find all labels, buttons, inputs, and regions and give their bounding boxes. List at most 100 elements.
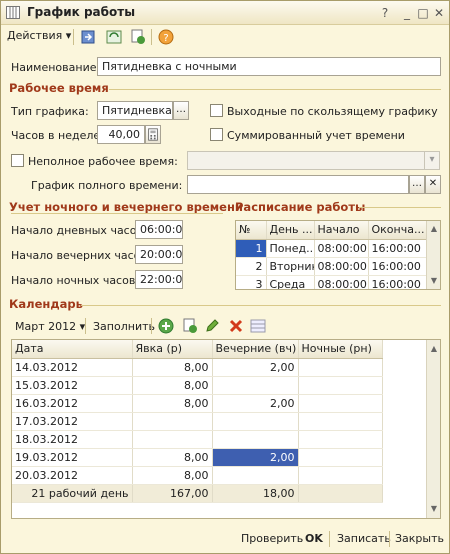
table-cell[interactable]: 16:00:00 — [368, 275, 427, 289]
day-start-field[interactable]: 06:00:00 — [135, 220, 183, 239]
add-icon[interactable] — [157, 317, 175, 335]
column-header[interactable]: Начало — [314, 221, 369, 240]
table-row[interactable]: 20.03.2012 8,00 — [12, 466, 383, 485]
scroll-down-icon[interactable]: ▼ — [429, 276, 439, 286]
table-cell[interactable]: 16:00:00 — [368, 239, 427, 258]
clear-icon[interactable]: ✕ — [425, 175, 441, 194]
table-row[interactable]: 2 Вторник 08:00:00 16:00:00 — [236, 257, 427, 276]
schedule-type-field[interactable]: Пятидневка — [97, 101, 173, 120]
table-cell[interactable]: 3 — [236, 275, 267, 289]
table-cell[interactable]: 8,00 — [132, 448, 213, 467]
table-cell[interactable]: Вторник — [266, 257, 315, 276]
table-cell[interactable]: 18.03.2012 — [12, 430, 133, 449]
column-header[interactable]: № — [236, 221, 267, 240]
table-cell[interactable] — [212, 466, 299, 485]
table-cell[interactable]: 08:00:00 — [314, 239, 369, 258]
calculator-icon[interactable] — [145, 125, 161, 144]
delete-icon[interactable] — [227, 317, 245, 335]
table-cell[interactable]: 2 — [236, 257, 267, 276]
copy-icon[interactable] — [181, 317, 199, 335]
table-cell[interactable]: Среда — [266, 275, 315, 289]
table-cell[interactable] — [298, 358, 383, 377]
save-button[interactable]: Записать — [337, 532, 391, 545]
column-header[interactable]: День ... — [266, 221, 315, 240]
select-button[interactable]: … — [409, 175, 425, 194]
table-cell-selected[interactable]: 2,00 — [212, 448, 299, 467]
hours-field[interactable]: 40,00 — [97, 125, 145, 144]
fill-button[interactable]: Заполнить — [93, 320, 155, 333]
table-cell[interactable]: 8,00 — [132, 358, 213, 377]
vertical-scrollbar[interactable]: ▲ ▼ — [426, 221, 440, 289]
vertical-scrollbar[interactable]: ▲ ▼ — [426, 340, 440, 518]
table-cell[interactable] — [298, 448, 383, 467]
help-icon[interactable]: ? — [377, 5, 393, 21]
name-field[interactable]: Пятидневка с ночными — [97, 57, 441, 76]
table-cell[interactable] — [212, 412, 299, 431]
table-cell[interactable]: 08:00:00 — [314, 275, 369, 289]
table-cell[interactable]: 14.03.2012 — [12, 358, 133, 377]
table-cell[interactable] — [132, 412, 213, 431]
restore-icon[interactable]: □ — [415, 5, 431, 21]
scroll-up-icon[interactable]: ▲ — [429, 224, 439, 234]
partial-time-field[interactable] — [187, 151, 425, 170]
night-start-field[interactable]: 22:00:00 — [135, 270, 183, 289]
table-cell[interactable] — [212, 376, 299, 395]
table-row[interactable]: 16.03.2012 8,00 2,00 — [12, 394, 383, 413]
schedule-table[interactable]: № День ... Начало Оконча... 1 Понед... 0… — [235, 220, 441, 290]
table-cell[interactable]: 1 — [236, 239, 267, 258]
column-header[interactable]: Ночные (рн) — [298, 340, 383, 359]
table-cell[interactable] — [298, 412, 383, 431]
help-icon[interactable]: ? — [157, 28, 175, 46]
table-cell[interactable]: 16.03.2012 — [12, 394, 133, 413]
calendar-table[interactable]: Дата Явка (р) Вечерние (вч) Ночные (рн) … — [11, 339, 441, 519]
table-cell[interactable] — [298, 430, 383, 449]
table-cell[interactable]: 17.03.2012 — [12, 412, 133, 431]
table-cell[interactable]: 2,00 — [212, 394, 299, 413]
save-close-icon[interactable] — [79, 28, 97, 46]
check-button[interactable]: Проверить — [241, 532, 303, 545]
table-row[interactable]: 18.03.2012 — [12, 430, 383, 449]
grid-settings-icon[interactable] — [249, 317, 267, 335]
column-header[interactable]: Явка (р) — [132, 340, 213, 359]
weekend-sliding-checkbox[interactable] — [210, 104, 223, 117]
table-row[interactable]: 1 Понед... 08:00:00 16:00:00 — [236, 239, 427, 258]
copy-icon[interactable] — [129, 28, 147, 46]
scroll-down-icon[interactable]: ▼ — [429, 504, 439, 514]
partial-time-checkbox[interactable] — [11, 154, 24, 167]
column-header[interactable]: Оконча... — [368, 221, 427, 240]
table-cell[interactable]: 2,00 — [212, 358, 299, 377]
table-cell[interactable]: 15.03.2012 — [12, 376, 133, 395]
table-cell[interactable]: 8,00 — [132, 394, 213, 413]
table-cell[interactable] — [298, 376, 383, 395]
table-cell[interactable]: 8,00 — [132, 466, 213, 485]
table-cell[interactable]: 20.03.2012 — [12, 466, 133, 485]
table-cell[interactable] — [298, 466, 383, 485]
column-header[interactable]: Вечерние (вч) — [212, 340, 299, 359]
month-selector[interactable]: Март 2012 ▾ — [15, 320, 85, 333]
close-icon[interactable]: ✕ — [431, 5, 447, 21]
summed-time-checkbox[interactable] — [210, 128, 223, 141]
edit-icon[interactable] — [203, 317, 221, 335]
column-header[interactable]: Дата — [12, 340, 133, 359]
table-cell[interactable]: 8,00 — [132, 376, 213, 395]
refresh-icon[interactable] — [105, 28, 123, 46]
select-button[interactable]: … — [173, 101, 189, 120]
table-row[interactable]: 3 Среда 08:00:00 16:00:00 — [236, 275, 427, 289]
table-cell[interactable]: Понед... — [266, 239, 315, 258]
table-row[interactable]: 15.03.2012 8,00 — [12, 376, 383, 395]
table-cell[interactable] — [212, 430, 299, 449]
minimize-icon[interactable]: _ — [399, 5, 415, 21]
chevron-down-icon[interactable]: ▾ — [424, 151, 440, 170]
table-cell[interactable]: 16:00:00 — [368, 257, 427, 276]
table-cell[interactable] — [132, 430, 213, 449]
table-cell[interactable]: 19.03.2012 — [12, 448, 133, 467]
scroll-up-icon[interactable]: ▲ — [429, 344, 439, 354]
ok-button[interactable]: OK — [305, 532, 323, 545]
actions-menu[interactable]: Действия ▾ — [7, 29, 71, 42]
table-row[interactable]: 14.03.2012 8,00 2,00 — [12, 358, 383, 377]
table-cell[interactable] — [298, 394, 383, 413]
close-button[interactable]: Закрыть — [395, 532, 444, 545]
table-cell[interactable]: 08:00:00 — [314, 257, 369, 276]
table-row[interactable]: 17.03.2012 — [12, 412, 383, 431]
evening-start-field[interactable]: 20:00:00 — [135, 245, 183, 264]
